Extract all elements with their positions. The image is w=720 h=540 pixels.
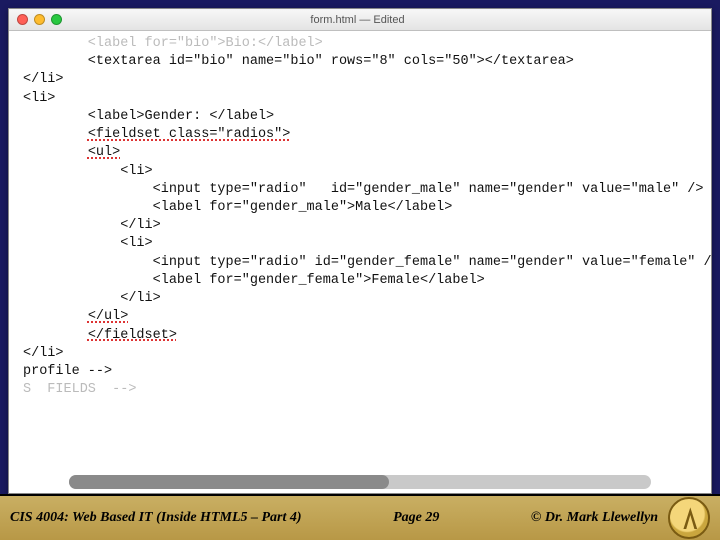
code-line: S FIELDS --> xyxy=(23,381,697,399)
code-line: <textarea id="bio" name="bio" rows="8" c… xyxy=(23,53,697,71)
slide-footer: CIS 4004: Web Based IT (Inside HTML5 – P… xyxy=(0,494,720,540)
code-line: <label for="gender_male">Male</label> xyxy=(23,199,697,217)
code-line: <input type="radio" id="gender_female" n… xyxy=(23,254,697,272)
zoom-icon[interactable] xyxy=(51,14,62,25)
code-line: profile --> xyxy=(23,363,697,381)
code-line: <label for="bio">Bio:</label> xyxy=(23,35,697,53)
code-line: <li> xyxy=(23,163,697,181)
ucf-seal-icon xyxy=(668,497,710,539)
window-title: form.html — Edited xyxy=(68,14,647,26)
code-line: <li> xyxy=(23,90,697,108)
code-line: </ul> xyxy=(23,308,697,326)
window-titlebar: form.html — Edited xyxy=(9,9,711,31)
code-line: <fieldset class="radios"> xyxy=(23,126,697,144)
horizontal-scrollbar[interactable] xyxy=(69,475,651,489)
close-icon[interactable] xyxy=(17,14,28,25)
copyright: © Dr. Mark Llewellyn xyxy=(501,510,658,526)
course-title: CIS 4004: Web Based IT (Inside HTML5 – P… xyxy=(10,510,332,526)
code-line: </fieldset> xyxy=(23,327,697,345)
page-number: Page 29 xyxy=(353,510,479,526)
code-editor[interactable]: <label for="bio">Bio:</label> <textarea … xyxy=(9,31,711,475)
code-line: </li> xyxy=(23,345,697,363)
code-line: </li> xyxy=(23,217,697,235)
code-line: <input type="radio" id="gender_male" nam… xyxy=(23,181,697,199)
code-line: </li> xyxy=(23,290,697,308)
code-line: <li> xyxy=(23,235,697,253)
code-line: <label>Gender: </label> xyxy=(23,108,697,126)
minimize-icon[interactable] xyxy=(34,14,45,25)
code-line: </li> xyxy=(23,71,697,89)
editor-window: form.html — Edited <label for="bio">Bio:… xyxy=(8,8,712,494)
code-line: <label for="gender_female">Female</label… xyxy=(23,272,697,290)
code-line: <ul> xyxy=(23,144,697,162)
